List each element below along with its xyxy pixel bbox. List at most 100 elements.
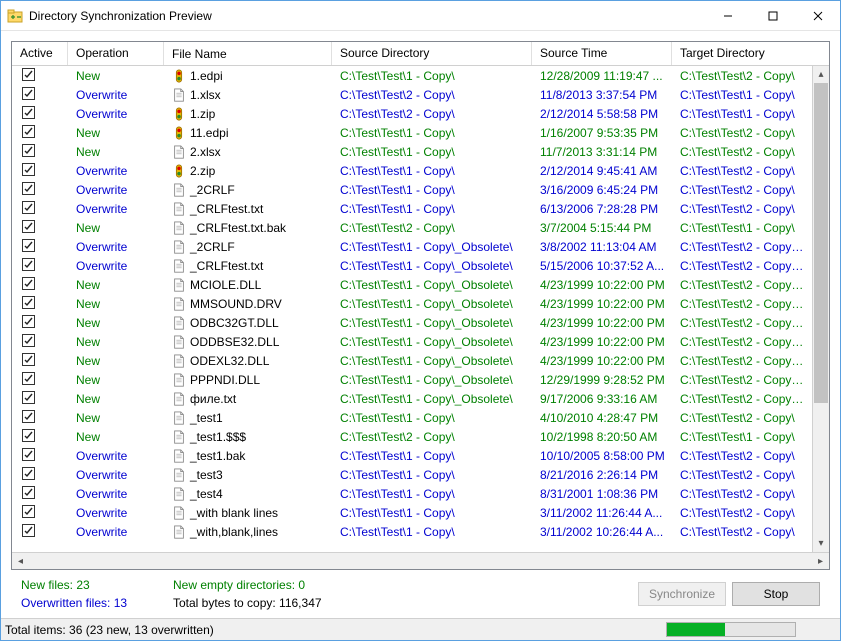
- table-row[interactable]: New_test1.$$$C:\Test\Test\2 - Copy\10/2/…: [12, 427, 812, 446]
- synchronize-button[interactable]: Synchronize: [638, 582, 726, 606]
- table-row[interactable]: New_test1C:\Test\Test\1 - Copy\4/10/2010…: [12, 408, 812, 427]
- active-checkbox[interactable]: [22, 87, 35, 100]
- vertical-scrollbar[interactable]: ▴ ▾: [812, 66, 829, 552]
- table-row[interactable]: Overwrite_test1.bakC:\Test\Test\1 - Copy…: [12, 446, 812, 465]
- source-time-cell: 5/15/2006 10:37:52 A...: [532, 259, 672, 273]
- scroll-up-button[interactable]: ▴: [813, 66, 829, 83]
- stat-total-bytes: Total bytes to copy: 116,347: [173, 596, 638, 610]
- source-dir-cell: C:\Test\Test\1 - Copy\: [332, 145, 532, 159]
- active-checkbox[interactable]: [22, 125, 35, 138]
- table-row[interactable]: Overwrite_with blank linesC:\Test\Test\1…: [12, 503, 812, 522]
- source-dir-cell: C:\Test\Test\1 - Copy\: [332, 525, 532, 539]
- filename-text: MMSOUND.DRV: [190, 297, 282, 311]
- scroll-thumb[interactable]: [814, 83, 828, 403]
- active-checkbox-cell: [12, 353, 68, 368]
- stop-button[interactable]: Stop: [732, 582, 820, 606]
- active-checkbox[interactable]: [22, 353, 35, 366]
- col-header-filename[interactable]: File Name: [164, 42, 332, 65]
- table-row[interactable]: NewMCIOLE.DLLC:\Test\Test\1 - Copy\_Obso…: [12, 275, 812, 294]
- table-row[interactable]: New_CRLFtest.txt.bakC:\Test\Test\2 - Cop…: [12, 218, 812, 237]
- active-checkbox[interactable]: [22, 334, 35, 347]
- active-checkbox[interactable]: [22, 182, 35, 195]
- col-header-source-directory[interactable]: Source Directory: [332, 42, 532, 65]
- filename-cell: ODEXL32.DLL: [164, 354, 332, 368]
- active-checkbox[interactable]: [22, 106, 35, 119]
- table-row[interactable]: Overwrite_test4C:\Test\Test\1 - Copy\8/3…: [12, 484, 812, 503]
- source-time-cell: 8/31/2001 1:08:36 PM: [532, 487, 672, 501]
- table-row[interactable]: Overwrite_2CRLFC:\Test\Test\1 - Copy\3/1…: [12, 180, 812, 199]
- file-icon: [172, 373, 186, 387]
- active-checkbox[interactable]: [22, 391, 35, 404]
- file-icon: [172, 278, 186, 292]
- col-header-source-time[interactable]: Source Time: [532, 42, 672, 65]
- table-row[interactable]: Overwrite_CRLFtest.txtC:\Test\Test\1 - C…: [12, 199, 812, 218]
- table-row[interactable]: Overwrite1.zipC:\Test\Test\2 - Copy\2/12…: [12, 104, 812, 123]
- filename-cell: _with blank lines: [164, 506, 332, 520]
- active-checkbox[interactable]: [22, 486, 35, 499]
- active-checkbox[interactable]: [22, 144, 35, 157]
- table-row[interactable]: NewODBC32GT.DLLC:\Test\Test\1 - Copy\_Ob…: [12, 313, 812, 332]
- table-row[interactable]: NewODDBSE32.DLLC:\Test\Test\1 - Copy\_Ob…: [12, 332, 812, 351]
- table-row[interactable]: Overwrite2.zipC:\Test\Test\1 - Copy\2/12…: [12, 161, 812, 180]
- source-time-cell: 12/29/1999 9:28:52 PM: [532, 373, 672, 387]
- maximize-button[interactable]: [750, 1, 795, 30]
- table-row[interactable]: New11.edpiC:\Test\Test\1 - Copy\1/16/200…: [12, 123, 812, 142]
- active-checkbox[interactable]: [22, 505, 35, 518]
- progress-bar: [666, 622, 796, 637]
- table-row[interactable]: New1.edpiC:\Test\Test\1 - Copy\12/28/200…: [12, 66, 812, 85]
- table-row[interactable]: NewPPPNDI.DLLC:\Test\Test\1 - Copy\_Obso…: [12, 370, 812, 389]
- filename-text: _test3: [190, 468, 223, 482]
- active-checkbox[interactable]: [22, 448, 35, 461]
- scroll-right-button[interactable]: ▸: [812, 553, 829, 569]
- active-checkbox-cell: [12, 125, 68, 140]
- filename-cell: MCIOLE.DLL: [164, 278, 332, 292]
- active-checkbox[interactable]: [22, 467, 35, 480]
- col-header-operation[interactable]: Operation: [68, 42, 164, 65]
- table-row[interactable]: NewMMSOUND.DRVC:\Test\Test\1 - Copy\_Obs…: [12, 294, 812, 313]
- active-checkbox[interactable]: [22, 410, 35, 423]
- source-time-cell: 4/23/1999 10:22:00 PM: [532, 335, 672, 349]
- file-icon: [172, 69, 186, 83]
- filename-cell: 1.edpi: [164, 69, 332, 83]
- horizontal-scrollbar[interactable]: ◂ ▸: [12, 552, 829, 569]
- table-row[interactable]: Newфиле.txtC:\Test\Test\1 - Copy\_Obsole…: [12, 389, 812, 408]
- active-checkbox[interactable]: [22, 239, 35, 252]
- filename-text: 2.zip: [190, 164, 215, 178]
- file-grid: Active Operation File Name Source Direct…: [11, 41, 830, 570]
- table-row[interactable]: Overwrite_test3C:\Test\Test\1 - Copy\8/2…: [12, 465, 812, 484]
- file-icon: [172, 354, 186, 368]
- operation-cell: New: [68, 354, 164, 368]
- active-checkbox[interactable]: [22, 163, 35, 176]
- table-row[interactable]: Overwrite_with,blank,linesC:\Test\Test\1…: [12, 522, 812, 541]
- table-row[interactable]: Overwrite1.xlsxC:\Test\Test\2 - Copy\11/…: [12, 85, 812, 104]
- active-checkbox[interactable]: [22, 68, 35, 81]
- filename-cell: ODDBSE32.DLL: [164, 335, 332, 349]
- source-time-cell: 10/10/2005 8:58:00 PM: [532, 449, 672, 463]
- table-row[interactable]: Overwrite_CRLFtest.txtC:\Test\Test\1 - C…: [12, 256, 812, 275]
- source-dir-cell: C:\Test\Test\1 - Copy\: [332, 506, 532, 520]
- table-row[interactable]: Overwrite_2CRLFC:\Test\Test\1 - Copy\_Ob…: [12, 237, 812, 256]
- active-checkbox-cell: [12, 258, 68, 273]
- scroll-left-button[interactable]: ◂: [12, 553, 29, 569]
- table-row[interactable]: NewODEXL32.DLLC:\Test\Test\1 - Copy\_Obs…: [12, 351, 812, 370]
- active-checkbox[interactable]: [22, 524, 35, 537]
- hscroll-track[interactable]: [29, 553, 812, 569]
- active-checkbox[interactable]: [22, 296, 35, 309]
- active-checkbox[interactable]: [22, 315, 35, 328]
- scroll-down-button[interactable]: ▾: [813, 535, 829, 552]
- close-button[interactable]: [795, 1, 840, 30]
- col-header-active[interactable]: Active: [12, 42, 68, 65]
- minimize-button[interactable]: [705, 1, 750, 30]
- active-checkbox[interactable]: [22, 220, 35, 233]
- active-checkbox[interactable]: [22, 372, 35, 385]
- active-checkbox[interactable]: [22, 429, 35, 442]
- source-time-cell: 8/21/2016 2:26:14 PM: [532, 468, 672, 482]
- active-checkbox[interactable]: [22, 258, 35, 271]
- target-dir-cell: C:\Test\Test\2 - Copy\_Ob: [672, 278, 812, 292]
- filename-text: ODBC32GT.DLL: [190, 316, 279, 330]
- col-header-target-directory[interactable]: Target Directory: [672, 42, 829, 65]
- operation-cell: Overwrite: [68, 487, 164, 501]
- active-checkbox[interactable]: [22, 277, 35, 290]
- active-checkbox[interactable]: [22, 201, 35, 214]
- table-row[interactable]: New2.xlsxC:\Test\Test\1 - Copy\11/7/2013…: [12, 142, 812, 161]
